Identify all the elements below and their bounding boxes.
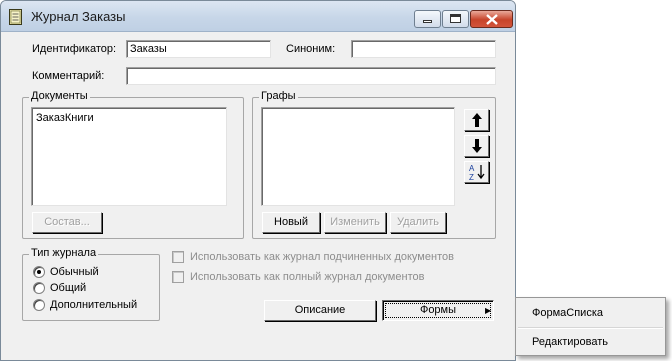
comment-input[interactable] (126, 67, 496, 85)
dialog-window: Журнал Заказы Идентификатор: Заказы Сино… (0, 0, 516, 361)
subordinate-checkbox-label: Использовать как журнал подчиненных доку… (190, 251, 454, 263)
svg-text:A: A (469, 164, 475, 173)
delete-column-button[interactable]: Удалить (390, 212, 446, 233)
new-button-label: Новый (274, 216, 308, 228)
maximize-button[interactable] (442, 10, 469, 28)
dialog-client: Идентификатор: Заказы Синоним: Комментар… (2, 32, 514, 360)
forms-button[interactable]: Формы (382, 300, 494, 321)
minimize-button[interactable] (414, 10, 441, 28)
journal-icon (9, 9, 22, 25)
description-button-label: Описание (294, 304, 346, 316)
full-journal-checkbox[interactable] (172, 271, 184, 283)
journal-type-title: Тип журнала (29, 247, 99, 259)
move-up-button[interactable] (464, 109, 489, 131)
sort-az-icon: A Z (469, 164, 485, 181)
edit-column-button[interactable]: Изменить (324, 212, 386, 233)
radio-common[interactable] (33, 282, 45, 294)
forms-button-label: Формы (419, 304, 457, 316)
svg-text:Z: Z (469, 173, 474, 181)
comment-label: Комментарий: (32, 70, 105, 82)
list-item[interactable]: ЗаказКниги (36, 112, 94, 124)
submenu-arrow-icon: ▶ (485, 306, 492, 315)
new-column-button[interactable]: Новый (262, 212, 320, 233)
close-icon (486, 14, 498, 25)
minimize-icon (423, 20, 432, 23)
identifier-input[interactable]: Заказы (126, 40, 271, 58)
arrow-up-icon (472, 113, 482, 127)
documents-listbox[interactable]: ЗаказКниги (31, 107, 227, 206)
menu-item-list-form[interactable]: ФормаСписка (532, 307, 603, 319)
compose-button[interactable]: Состав... (32, 212, 102, 233)
description-button[interactable]: Описание (264, 300, 376, 321)
menu-separator (518, 327, 663, 329)
sort-button[interactable]: A Z (464, 161, 489, 183)
identifier-label: Идентификатор: (32, 43, 117, 55)
forms-context-menu: ФормаСписка Редактировать (515, 297, 666, 356)
close-button[interactable] (470, 10, 513, 28)
menu-item-edit[interactable]: Редактировать (532, 336, 608, 348)
radio-additional[interactable] (33, 299, 45, 311)
delete-button-label: Удалить (397, 216, 439, 228)
subordinate-checkbox[interactable] (172, 251, 184, 263)
compose-button-label: Состав... (44, 216, 90, 228)
title-bar[interactable]: Журнал Заказы (1, 1, 515, 32)
columns-listbox[interactable] (261, 107, 455, 206)
columns-group-title: Графы (259, 90, 298, 102)
window-title: Журнал Заказы (31, 9, 126, 24)
full-journal-checkbox-label: Использовать как полный журнал документо… (190, 271, 425, 283)
move-down-button[interactable] (464, 135, 489, 157)
edit-button-label: Изменить (330, 216, 380, 228)
radio-regular[interactable] (33, 266, 45, 278)
maximize-icon (450, 14, 461, 23)
radio-regular-label: Обычный (50, 266, 99, 278)
synonym-label: Синоним: (286, 43, 336, 55)
synonym-input[interactable] (351, 40, 496, 58)
radio-common-label: Общий (50, 282, 87, 294)
radio-additional-label: Дополнительный (50, 299, 138, 311)
documents-group-title: Документы (29, 90, 90, 102)
arrow-down-icon (472, 139, 482, 153)
